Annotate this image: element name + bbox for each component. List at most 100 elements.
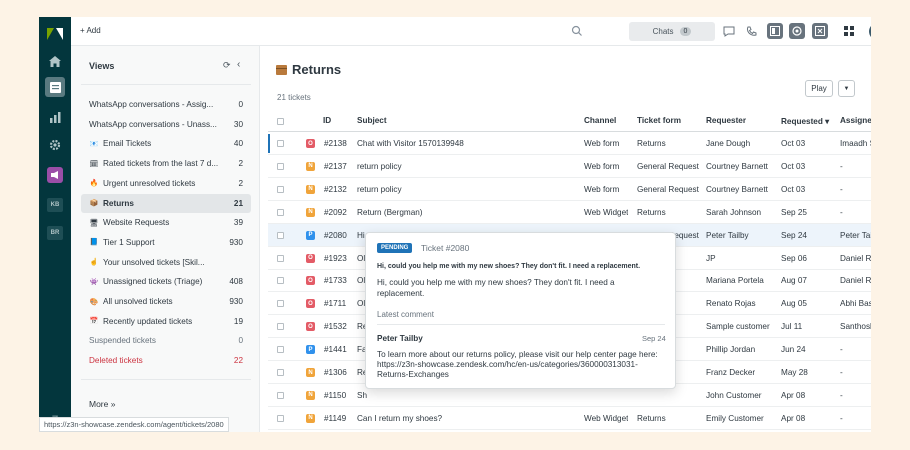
row-checkbox[interactable] [277, 162, 284, 170]
view-item[interactable]: 🎨 All unsolved tickets 930 [81, 292, 251, 311]
row-checkbox[interactable] [277, 185, 284, 193]
status-badge: N [306, 413, 315, 423]
view-emoji-icon: 📘 [89, 239, 99, 247]
table-row[interactable]: O #2138 Chat with Visitor 1570139948 Web fo… [268, 132, 871, 155]
views-nav-icon[interactable] [45, 77, 65, 97]
row-checkbox[interactable] [277, 208, 284, 216]
column-header-requested[interactable]: Requested ▾ [781, 116, 829, 126]
whatsapp-app-icon[interactable] [789, 23, 805, 39]
status-badge: N [306, 368, 315, 377]
row-checkbox[interactable] [277, 346, 284, 354]
status-badge: O [306, 139, 315, 148]
apps-grid-icon[interactable] [841, 23, 857, 39]
row-checkbox[interactable] [277, 300, 284, 308]
play-menu-chevron-icon[interactable]: ▼ [838, 80, 855, 97]
ticket-subject[interactable]: return policy [357, 185, 402, 194]
row-checkbox[interactable] [277, 254, 284, 262]
view-item[interactable]: 🔥 Urgent unresolved tickets 2 [81, 174, 251, 193]
table-row[interactable]: O#1142ReturnWeb WidgetReturnsJane DoughA… [268, 430, 871, 432]
play-button[interactable]: Play [805, 80, 833, 97]
view-item[interactable]: 🗓 Rated tickets from the last 7 d... 2 [81, 154, 251, 173]
row-checkbox[interactable] [277, 231, 284, 239]
ticket-id: #2138 [324, 139, 347, 148]
row-checkbox[interactable] [277, 391, 284, 399]
user-avatar[interactable] [869, 23, 871, 40]
reports-icon[interactable] [45, 107, 65, 127]
view-item[interactable]: WhatsApp conversations - Assig... 0 [81, 95, 251, 114]
row-checkbox[interactable] [277, 414, 284, 422]
view-item[interactable]: ☝ Your unsolved tickets [Skil... [81, 253, 251, 272]
view-item[interactable]: 📧 Email Tickets 40 [81, 134, 251, 153]
knowledge-base-icon[interactable]: KB [45, 195, 65, 215]
view-item-count: 19 [233, 316, 243, 326]
view-item[interactable]: 🖥 Website Requests 39 [81, 213, 251, 232]
column-header-requester[interactable]: Requester [706, 116, 746, 125]
refresh-icon[interactable]: ⟳ [223, 60, 231, 71]
collapse-chevron-icon[interactable]: ‹ [237, 59, 240, 70]
ticket-requester: Emily Customer [706, 413, 764, 423]
column-header-id[interactable]: ID [323, 116, 331, 125]
ticket-subject[interactable]: Ol [357, 276, 365, 285]
view-item-count: 930 [229, 237, 243, 247]
row-checkbox[interactable] [277, 323, 284, 331]
view-item[interactable]: Suspended tickets 0 [81, 331, 251, 350]
row-checkbox[interactable] [277, 277, 284, 285]
table-row[interactable]: N #2137 return policy Web form General Reque… [268, 155, 871, 178]
view-emoji-icon: 🖥 [89, 219, 99, 227]
gear-icon[interactable] [45, 135, 65, 155]
more-views-link[interactable]: More » [89, 399, 115, 409]
view-item[interactable]: 📘 Tier 1 Support 930 [81, 233, 251, 252]
view-item[interactable]: WhatsApp conversations - Unass... 30 [81, 115, 251, 134]
chats-button[interactable]: Chats 0 [629, 22, 715, 41]
ticket-id: #2080 [324, 230, 347, 240]
talk-icon[interactable] [45, 165, 65, 185]
add-button[interactable]: + Add [80, 26, 101, 35]
close-app-icon[interactable] [812, 23, 828, 39]
phone-icon[interactable] [743, 23, 759, 39]
table-row[interactable]: N #2092 Return (Bergman) Web Widget Returns S… [268, 201, 871, 224]
view-item[interactable]: 📅 Recently updated tickets 19 [81, 312, 251, 331]
ticket-subject[interactable]: return policy [357, 162, 402, 171]
view-item[interactable]: Deleted tickets 22 [81, 351, 251, 370]
ticket-channel: Web Widget [584, 207, 629, 217]
home-icon[interactable] [45, 51, 65, 71]
view-item-label: Deleted tickets [89, 356, 143, 366]
conversations-icon[interactable] [721, 23, 737, 39]
ticket-subject[interactable]: Ol [357, 299, 365, 308]
table-row[interactable]: N #1149 Can I return my shoes? Web Widget Re… [268, 407, 871, 430]
view-item-count: 22 [233, 356, 243, 366]
view-item-count: 0 [238, 336, 243, 346]
ticket-subject[interactable]: Return (Bergman) [357, 208, 423, 217]
ticket-assignee: - [840, 413, 843, 423]
zendesk-logo-icon[interactable] [45, 24, 65, 44]
package-icon [276, 64, 287, 75]
ticket-requester: John Customer [706, 390, 762, 400]
view-item[interactable]: 👾 Unassigned tickets (Triage) 408 [81, 272, 251, 291]
column-header-channel[interactable]: Channel [584, 116, 616, 125]
br-app-icon[interactable]: BR [45, 223, 65, 243]
ticket-requester: Renato Rojas [706, 299, 756, 309]
table-row[interactable]: N #2132 return policy Web form General Reque… [268, 178, 871, 201]
sidebar-app-icon[interactable] [767, 23, 783, 39]
status-badge: P [306, 230, 315, 240]
nav-rail: KB BR Z [39, 17, 71, 432]
ticket-subject[interactable]: Ol [357, 254, 365, 263]
column-header-subject[interactable]: Subject [357, 116, 387, 125]
select-all-checkbox[interactable] [277, 118, 284, 125]
view-item[interactable]: 📦 Returns 21 [81, 193, 251, 213]
search-icon[interactable] [571, 25, 583, 37]
view-item-label: Website Requests [103, 218, 170, 228]
column-header-ticket-form[interactable]: Ticket form [637, 116, 681, 125]
ticket-requested: Apr 08 [781, 413, 806, 423]
ticket-assignee: - [840, 161, 843, 171]
ticket-subject[interactable]: Can I return my shoes? [357, 414, 442, 423]
ticket-assignee: - [840, 207, 843, 217]
ticket-subject[interactable]: Chat with Visitor 1570139948 [357, 139, 464, 148]
ticket-subject[interactable]: Sh [357, 391, 367, 400]
ticket-requester: JP [706, 253, 716, 263]
row-checkbox[interactable] [277, 369, 284, 376]
row-checkbox[interactable] [277, 140, 284, 147]
column-header-assignee[interactable]: Assignee [840, 116, 871, 125]
view-item-label: Email Tickets [103, 139, 152, 149]
ticket-form: Returns [637, 207, 666, 217]
